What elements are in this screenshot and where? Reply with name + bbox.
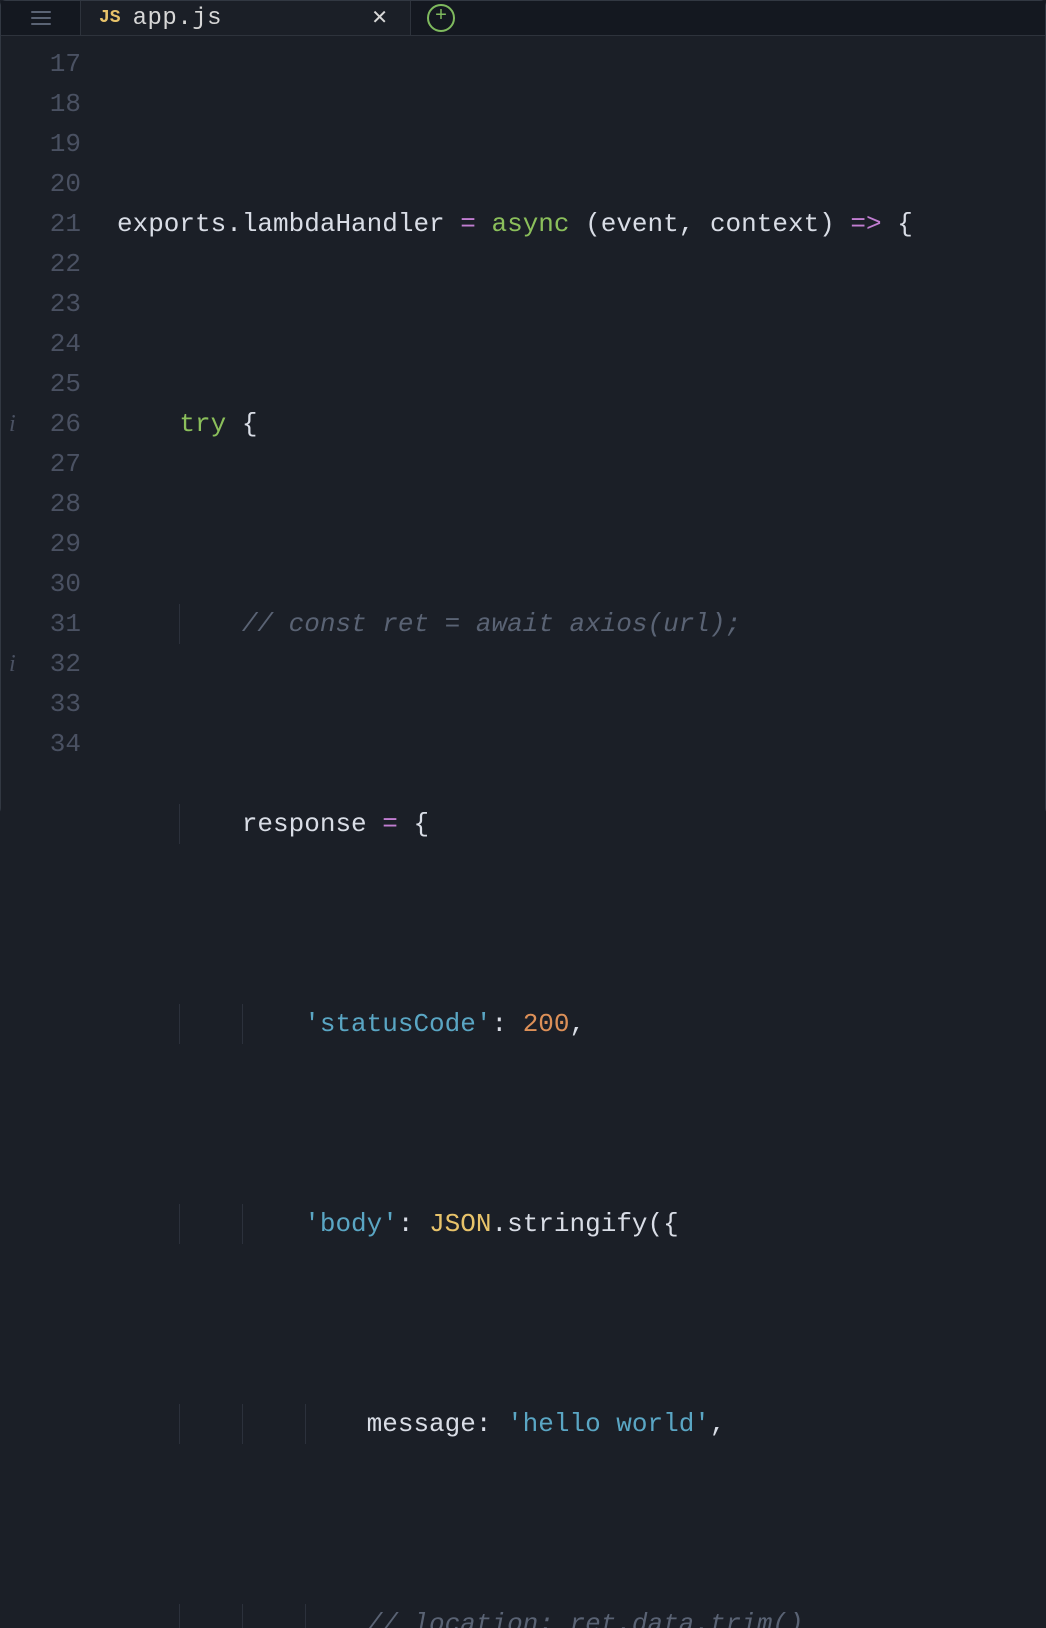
line-number: 34 [1, 724, 81, 764]
close-icon[interactable]: ✕ [365, 1, 394, 35]
line-number: 17 [1, 44, 81, 84]
line-number: 19 [1, 124, 81, 164]
token: event [601, 209, 679, 239]
line-number: 18 [1, 84, 81, 124]
info-annotation-icon: i [9, 404, 16, 444]
code-line: try { [117, 404, 1045, 444]
line-number: 31 [1, 604, 81, 644]
token: 'hello world' [507, 1409, 710, 1439]
line-number: 26i [1, 404, 81, 444]
token: { [663, 1209, 679, 1239]
line-number: 30 [1, 564, 81, 604]
code-line: 'body': JSON.stringify({ [117, 1204, 1045, 1244]
line-number: 27 [1, 444, 81, 484]
token: exports [117, 209, 226, 239]
tab-app-js[interactable]: JS app.js ✕ [81, 1, 411, 35]
file-type-badge: JS [99, 8, 121, 28]
code-line: message: 'hello world', [117, 1404, 1045, 1444]
token: , [679, 209, 710, 239]
token: = [445, 209, 492, 239]
info-annotation-icon: i [9, 644, 16, 684]
token: ( [585, 209, 601, 239]
code-line: 'statusCode': 200, [117, 1004, 1045, 1044]
line-number: 25 [1, 364, 81, 404]
line-number: 33 [1, 684, 81, 724]
token: message [367, 1409, 476, 1439]
token: : [398, 1209, 429, 1239]
code-line: // const ret = await axios(url); [117, 604, 1045, 644]
token: ) [819, 209, 835, 239]
token: { [897, 209, 913, 239]
new-tab-area: + [411, 1, 455, 35]
token: => [835, 209, 897, 239]
line-number: 29 [1, 524, 81, 564]
token: { [226, 409, 257, 439]
token: : [476, 1409, 507, 1439]
line-number: 22 [1, 244, 81, 284]
menu-button[interactable] [1, 1, 81, 35]
tab-bar: JS app.js ✕ + [1, 1, 1045, 36]
code-line: response = { [117, 804, 1045, 844]
tab-filename: app.js [133, 5, 354, 32]
editor-window: JS app.js ✕ + 17181920212223242526i27282… [0, 0, 1046, 814]
line-number: 24 [1, 324, 81, 364]
add-tab-button[interactable]: + [427, 4, 455, 32]
token: lambdaHandler [242, 209, 445, 239]
code-line: exports.lambdaHandler = async (event, co… [117, 204, 1045, 244]
line-number: 23 [1, 284, 81, 324]
token: try [179, 409, 226, 439]
token: , [710, 1409, 726, 1439]
line-number: 28 [1, 484, 81, 524]
token: // const ret = await axios(url); [242, 609, 741, 639]
token: JSON [429, 1209, 491, 1239]
token: // location: ret.data.trim() [367, 1609, 804, 1628]
code-line: // location: ret.data.trim() [117, 1604, 1045, 1628]
line-number: 20 [1, 164, 81, 204]
hamburger-icon [31, 11, 51, 25]
token: context [710, 209, 819, 239]
token: , [570, 1009, 586, 1039]
token: : [491, 1009, 522, 1039]
line-number: 32i [1, 644, 81, 684]
token: . [226, 209, 242, 239]
token [570, 209, 586, 239]
token: ( [648, 1209, 664, 1239]
line-number-gutter: 17181920212223242526i272829303132i3334 [1, 44, 97, 1628]
code-area[interactable]: exports.lambdaHandler = async (event, co… [97, 44, 1045, 1628]
line-number: 21 [1, 204, 81, 244]
token: . [492, 1209, 508, 1239]
token: stringify [507, 1209, 647, 1239]
token: 'statusCode' [304, 1009, 491, 1039]
plus-icon: + [435, 7, 447, 27]
editor-body: 17181920212223242526i272829303132i3334 e… [1, 36, 1045, 1628]
token: 'body' [304, 1209, 398, 1239]
token: async [491, 209, 569, 239]
token: 200 [523, 1009, 570, 1039]
